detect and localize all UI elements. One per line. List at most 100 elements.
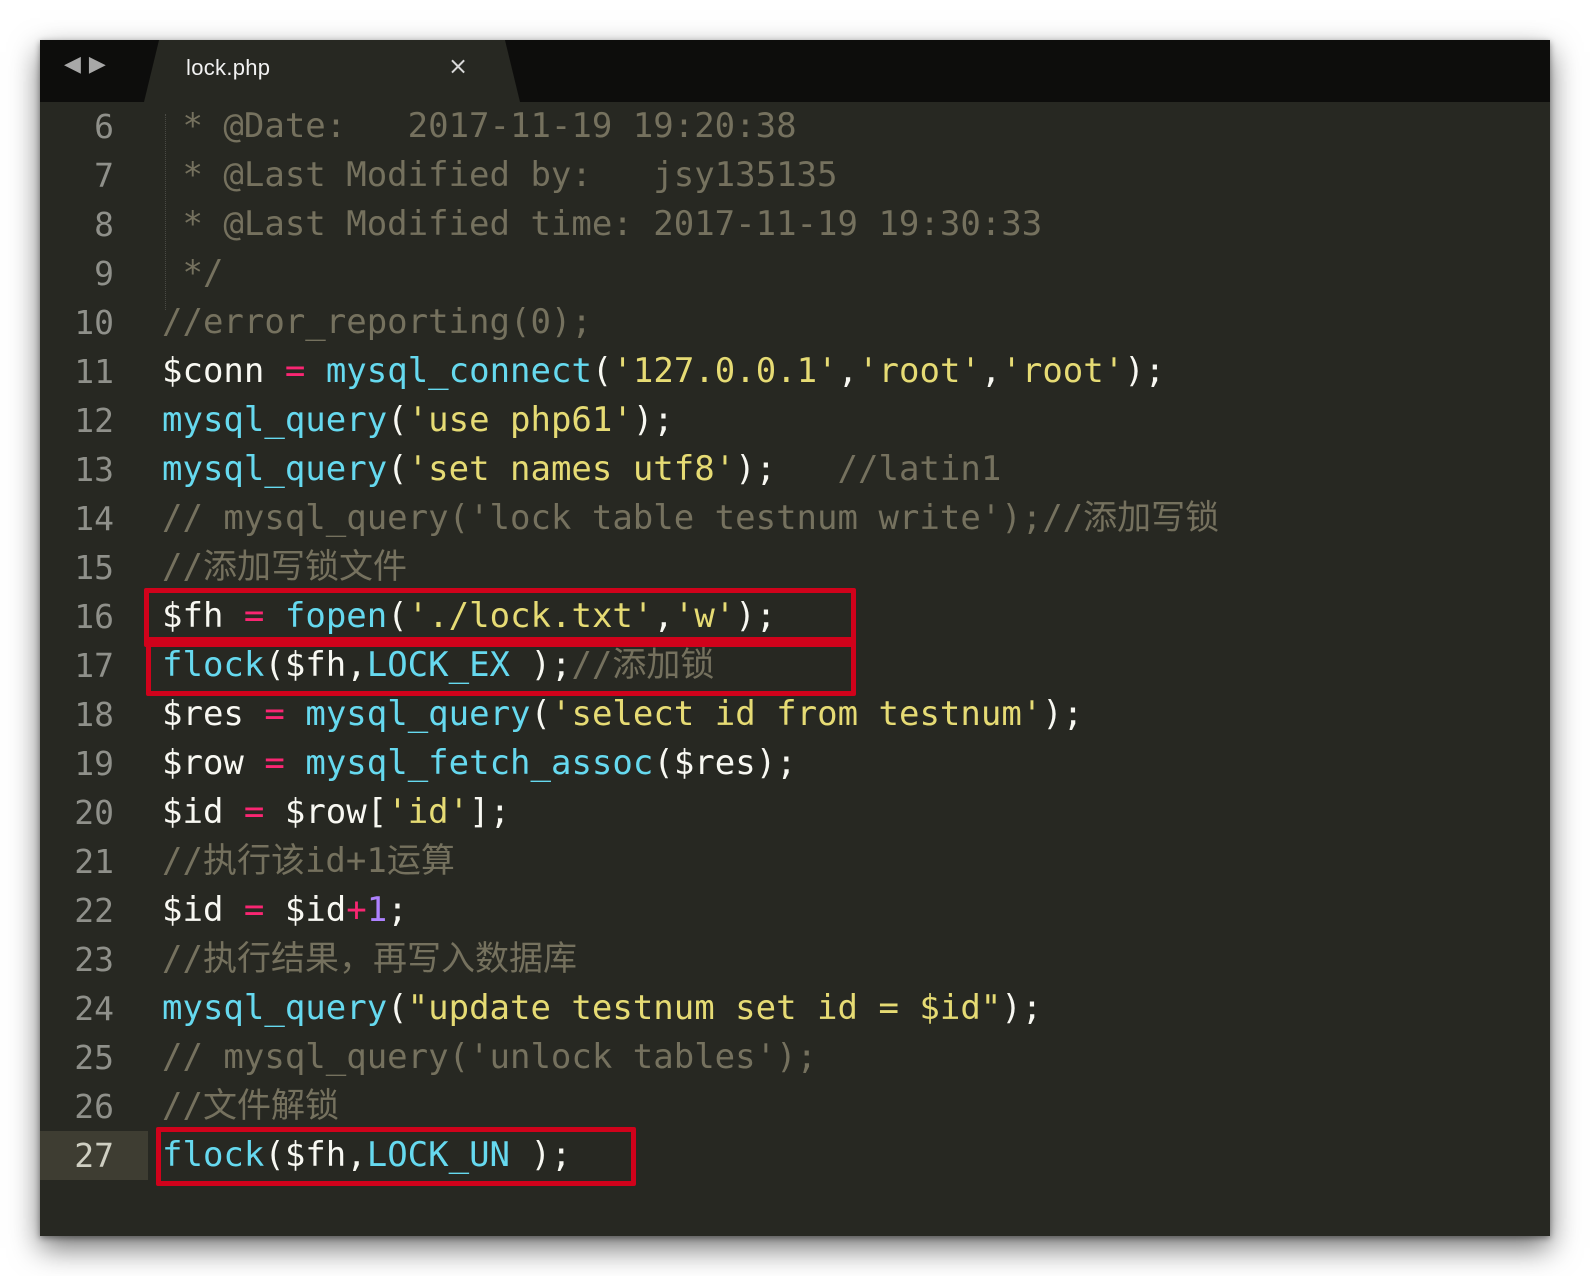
line-code: * @Last Modified by: jsy135135 — [162, 151, 838, 200]
code-token: * @Last Modified by: jsy135135 — [162, 155, 838, 195]
code-line[interactable]: 18 $res = mysql_query('select id from tes… — [40, 690, 1550, 739]
line-number: 23 — [74, 940, 114, 979]
code-line[interactable]: 20 $id = $row['id']; — [40, 788, 1550, 837]
line-number: 12 — [74, 401, 114, 440]
code-line[interactable]: 9 */ — [40, 249, 1550, 298]
line-number: 9 — [94, 254, 114, 293]
line-number: 22 — [74, 891, 114, 930]
code-token: ); — [735, 449, 838, 489]
code-token: ( — [387, 988, 408, 1028]
code-token: mysql_query — [305, 694, 531, 734]
code-line[interactable]: 8 * @Last Modified time: 2017-11-19 19:3… — [40, 200, 1550, 249]
code-line[interactable]: 19 $row = mysql_fetch_assoc($res); — [40, 739, 1550, 788]
line-code: // mysql_query('lock table testnum write… — [162, 494, 1219, 543]
line-code: mysql_query('use php61'); — [162, 396, 674, 445]
code-token: $id — [162, 890, 224, 930]
code-line[interactable]: 12 mysql_query('use php61'); — [40, 396, 1550, 445]
line-number: 10 — [74, 303, 114, 342]
code-token: //文件解锁 — [162, 1086, 339, 1126]
code-token: ( — [387, 400, 408, 440]
code-line[interactable]: 13 mysql_query('set names utf8'); //latin… — [40, 445, 1550, 494]
line-number: 21 — [74, 842, 114, 881]
code-token: = — [284, 351, 306, 391]
code-line[interactable]: 15 //添加写锁文件 — [40, 543, 1550, 592]
line-number: 11 — [74, 352, 114, 391]
code-line[interactable]: 22 $id = $id+1; — [40, 886, 1550, 935]
line-code: //添加写锁文件 — [162, 543, 407, 592]
line-number: 14 — [74, 499, 114, 538]
code-token: = — [243, 890, 265, 930]
code-token: $id — [264, 890, 347, 930]
editor-window: ◀ ▶ lock.php × 6 * @Date: 2017-11-19 19:… — [40, 40, 1550, 1236]
code-line[interactable]: 21 //执行该id+1运算 — [40, 837, 1550, 886]
line-number: 20 — [74, 793, 114, 832]
line-number: 26 — [74, 1087, 114, 1126]
code-line[interactable]: 11 $conn = mysql_connect('127.0.0.1','roo… — [40, 347, 1550, 396]
code-token: ); — [510, 645, 572, 685]
code-token: = — [264, 694, 285, 734]
code-token: LOCK_EX — [366, 645, 511, 685]
line-code: // mysql_query('unlock tables'); — [162, 1033, 817, 1082]
code-token: './lock.txt' — [407, 596, 654, 636]
code-token: , — [837, 351, 859, 391]
code-line[interactable]: 6 * @Date: 2017-11-19 19:20:38 — [40, 102, 1550, 151]
code-token: // mysql_query('unlock tables'); — [162, 1037, 818, 1077]
code-line[interactable]: 24 mysql_query("update testnum set id = $… — [40, 984, 1550, 1033]
line-code: * @Date: 2017-11-19 19:20:38 — [162, 102, 796, 151]
code-token: $fh — [162, 596, 224, 636]
code-token: 1 — [366, 890, 388, 930]
code-line[interactable]: 10 //error_reporting(0); — [40, 298, 1550, 347]
tab-back-arrow-icon[interactable]: ◀ — [64, 54, 81, 76]
code-line[interactable]: 7 * @Last Modified by: jsy135135 — [40, 151, 1550, 200]
code-token: mysql_query — [162, 400, 388, 440]
code-token: $id — [162, 792, 224, 832]
line-number: 13 — [74, 450, 114, 489]
code-token: // mysql_query('lock table testnum write… — [162, 498, 1220, 538]
code-token: //添加写锁文件 — [162, 547, 407, 587]
code-editor[interactable]: 6 * @Date: 2017-11-19 19:20:38 7 * @Last … — [40, 102, 1550, 1236]
line-number: 18 — [74, 695, 114, 734]
code-token: 'root' — [1001, 351, 1125, 391]
line-code: $conn = mysql_connect('127.0.0.1','root'… — [162, 347, 1165, 396]
line-code: */ — [162, 249, 223, 298]
code-token: ($fh, — [264, 645, 367, 685]
line-code: $fh = fopen('./lock.txt','w'); — [162, 592, 776, 641]
tab-forward-arrow-icon[interactable]: ▶ — [89, 54, 106, 76]
line-number: 19 — [74, 744, 114, 783]
code-token: ( — [591, 351, 613, 391]
line-code: mysql_query('set names utf8'); //latin1 — [162, 445, 1001, 494]
code-token: $conn — [162, 351, 265, 391]
code-line[interactable]: 17 flock($fh,LOCK_EX );//添加锁 — [40, 641, 1550, 690]
line-number: 27 — [40, 1131, 148, 1180]
code-token: $row — [162, 743, 244, 783]
code-line[interactable]: 25 // mysql_query('unlock tables'); — [40, 1033, 1550, 1082]
tab-close-icon[interactable]: × — [448, 52, 468, 80]
code-token: flock — [162, 645, 265, 685]
code-line[interactable]: 23 //执行结果，再写入数据库 — [40, 935, 1550, 984]
tab-bar: ◀ ▶ lock.php × — [40, 40, 1550, 102]
code-token: ( — [387, 596, 408, 636]
code-token: , — [653, 596, 674, 636]
code-line[interactable]: 27 flock($fh,LOCK_UN ); — [40, 1131, 1550, 1180]
line-number: 17 — [74, 646, 114, 685]
code-line[interactable]: 14 // mysql_query('lock table testnum wri… — [40, 494, 1550, 543]
line-number: 25 — [74, 1038, 114, 1077]
code-token: '127.0.0.1' — [612, 351, 838, 391]
code-token: mysql_query — [162, 449, 388, 489]
code-token: mysql_query — [162, 988, 388, 1028]
code-line[interactable]: 16 $fh = fopen('./lock.txt','w'); — [40, 592, 1550, 641]
line-code: $res = mysql_query('select id from testn… — [162, 690, 1083, 739]
line-code: mysql_query("update testnum set id = $id… — [162, 984, 1042, 1033]
code-line[interactable]: 26 //文件解锁 — [40, 1082, 1550, 1131]
code-token: //执行该id+1运算 — [162, 841, 455, 881]
tab-navigation: ◀ ▶ — [64, 54, 106, 76]
code-token: = — [264, 743, 285, 783]
code-token: * @Last Modified time: 2017-11-19 19:30:… — [162, 204, 1043, 244]
line-code: flock($fh,LOCK_UN ); — [162, 1131, 571, 1180]
tab-lock-php[interactable]: lock.php × — [144, 40, 520, 102]
code-token: //error_reporting(0); — [162, 302, 592, 342]
